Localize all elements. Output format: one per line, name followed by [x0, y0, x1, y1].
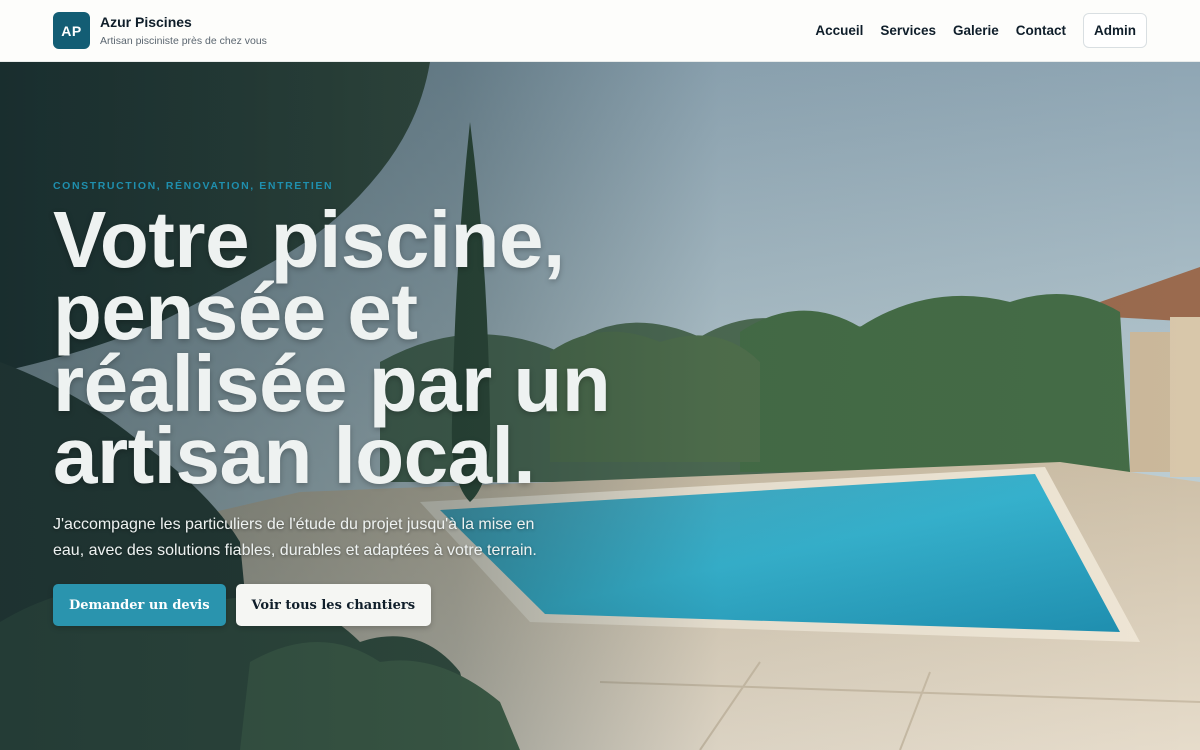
hero-section: CONSTRUCTION, RÉNOVATION, ENTRETIEN Votr…: [0, 62, 1200, 750]
main-nav: Accueil Services Galerie Contact Admin: [815, 13, 1147, 48]
brand-logo-badge[interactable]: AP: [53, 12, 90, 49]
hero-lead-text: J'accompagne les particuliers de l'étude…: [53, 516, 537, 559]
admin-button[interactable]: Admin: [1083, 13, 1147, 48]
brand-initials: AP: [61, 22, 82, 39]
nav-link-contact[interactable]: Contact: [1016, 23, 1066, 38]
hero-headline-line: artisan local.: [53, 411, 536, 500]
hero-content: CONSTRUCTION, RÉNOVATION, ENTRETIEN Votr…: [53, 180, 673, 626]
nav-link-galerie[interactable]: Galerie: [953, 23, 999, 38]
brand-tagline: Artisan pisciniste près de chez vous: [100, 35, 267, 47]
nav-link-accueil[interactable]: Accueil: [815, 23, 863, 38]
nav-link-services[interactable]: Services: [880, 23, 936, 38]
hero-headline-line: réalisée par un: [53, 339, 611, 428]
hero-headline: Votre piscine, pensée et réalisée par un…: [53, 195, 673, 500]
view-projects-button[interactable]: Voir tous les chantiers: [235, 584, 432, 626]
brand-block: Azur Piscines Artisan pisciniste près de…: [100, 14, 267, 47]
hero-headline-line: Votre piscine,: [53, 195, 565, 284]
hero-cta-row: Demander un devis Voir tous les chantier…: [53, 584, 673, 626]
site-header: AP Azur Piscines Artisan pisciniste près…: [0, 0, 1200, 62]
request-quote-button[interactable]: Demander un devis: [53, 584, 226, 626]
hero-eyebrow: CONSTRUCTION, RÉNOVATION, ENTRETIEN: [53, 180, 334, 192]
hero-headline-line: pensée et: [53, 267, 418, 356]
brand-name[interactable]: Azur Piscines: [100, 14, 267, 30]
